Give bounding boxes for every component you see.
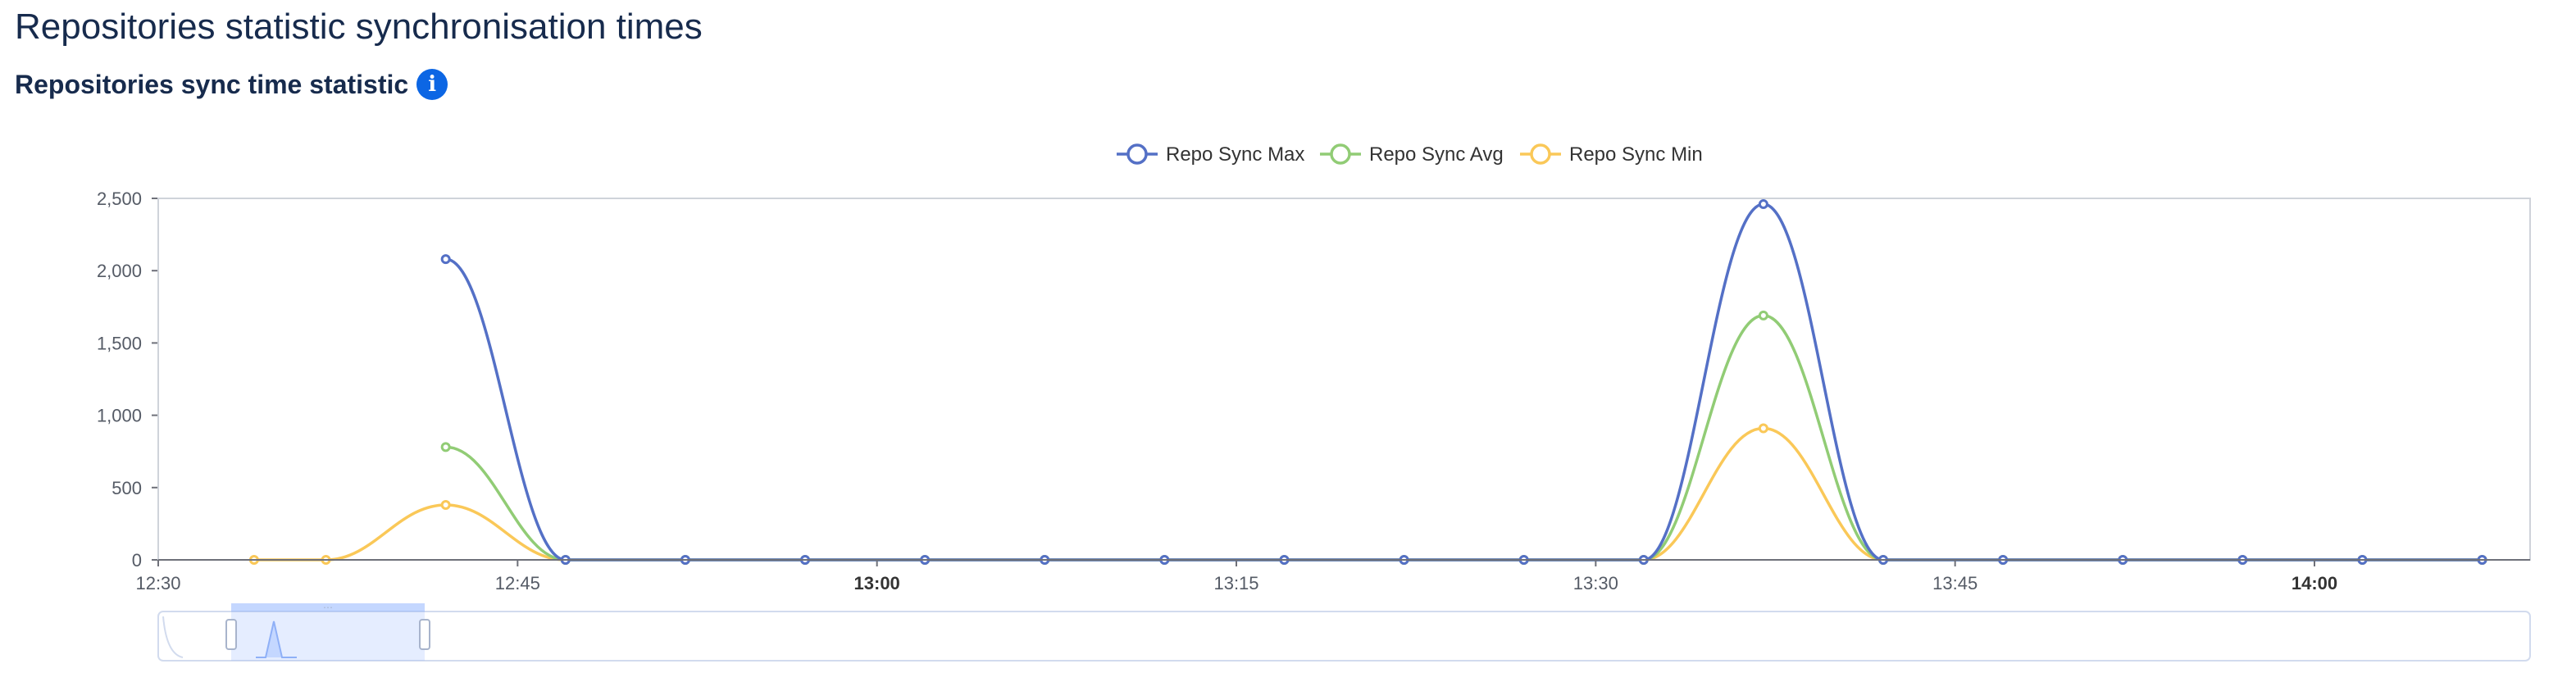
series-layer [248, 199, 2487, 565]
legend-item-repo-sync-avg[interactable]: Repo Sync Avg [1320, 143, 1504, 166]
legend-label: Repo Sync Avg [1369, 143, 1504, 166]
x-tick-label: 13:45 [1932, 573, 1978, 593]
zoom-handle-left[interactable] [225, 619, 237, 650]
data-point[interactable] [440, 442, 451, 452]
chart-legend: Repo Sync Max Repo Sync Avg Repo Sync Min [1117, 143, 1703, 166]
sync-time-chart: Repo Sync Max Repo Sync Avg Repo Sync Min … [97, 143, 2531, 662]
legend-item-repo-sync-max[interactable]: Repo Sync Max [1117, 143, 1304, 166]
plot-border [157, 198, 2531, 561]
zoom-grip-icon: ⋯ [323, 602, 333, 613]
zoom-handle-right[interactable] [419, 619, 430, 650]
y-axis: 0 500 1,000 1,500 2,000 2,500 [97, 189, 158, 571]
data-zoom-slider[interactable]: ⋯ [157, 602, 2531, 662]
series-repo-sync-min [248, 423, 2487, 565]
y-tick-label: 2,000 [97, 261, 142, 281]
y-tick-label: 500 [112, 478, 142, 498]
x-tick-label: 12:30 [135, 573, 180, 593]
data-point[interactable] [1758, 199, 1768, 210]
x-tick-label: 14:00 [2292, 573, 2337, 593]
x-axis: 12:30 12:45 13:00 13:15 13:30 13:45 14:00 [135, 559, 2530, 593]
x-tick-label: 12:45 [495, 573, 540, 593]
series-line [253, 426, 2483, 562]
series-line [445, 314, 2483, 562]
plot-frame [157, 198, 2531, 561]
legend-label: Repo Sync Min [1569, 143, 1703, 166]
y-tick-label: 1,500 [97, 333, 142, 353]
series-line [445, 202, 2483, 562]
series-repo-sync-max [440, 199, 2487, 565]
y-tick-label: 2,500 [97, 189, 142, 209]
series-repo-sync-avg [440, 310, 2487, 565]
legend-item-repo-sync-min[interactable]: Repo Sync Min [1520, 143, 1703, 166]
data-point[interactable] [440, 254, 451, 265]
legend-marker [1330, 143, 1351, 165]
legend-marker [1126, 143, 1148, 165]
zoom-track [157, 611, 2531, 662]
y-tick-label: 1,000 [97, 406, 142, 426]
data-point[interactable] [1758, 310, 1768, 321]
x-tick-label: 13:15 [1213, 573, 1258, 593]
data-point[interactable] [1758, 423, 1768, 434]
x-tick-label: 13:30 [1573, 573, 1618, 593]
y-tick-label: 0 [132, 550, 142, 571]
legend-marker [1530, 143, 1551, 165]
legend-label: Repo Sync Max [1166, 143, 1304, 166]
data-point[interactable] [440, 499, 451, 510]
x-tick-label: 13:00 [854, 573, 900, 593]
